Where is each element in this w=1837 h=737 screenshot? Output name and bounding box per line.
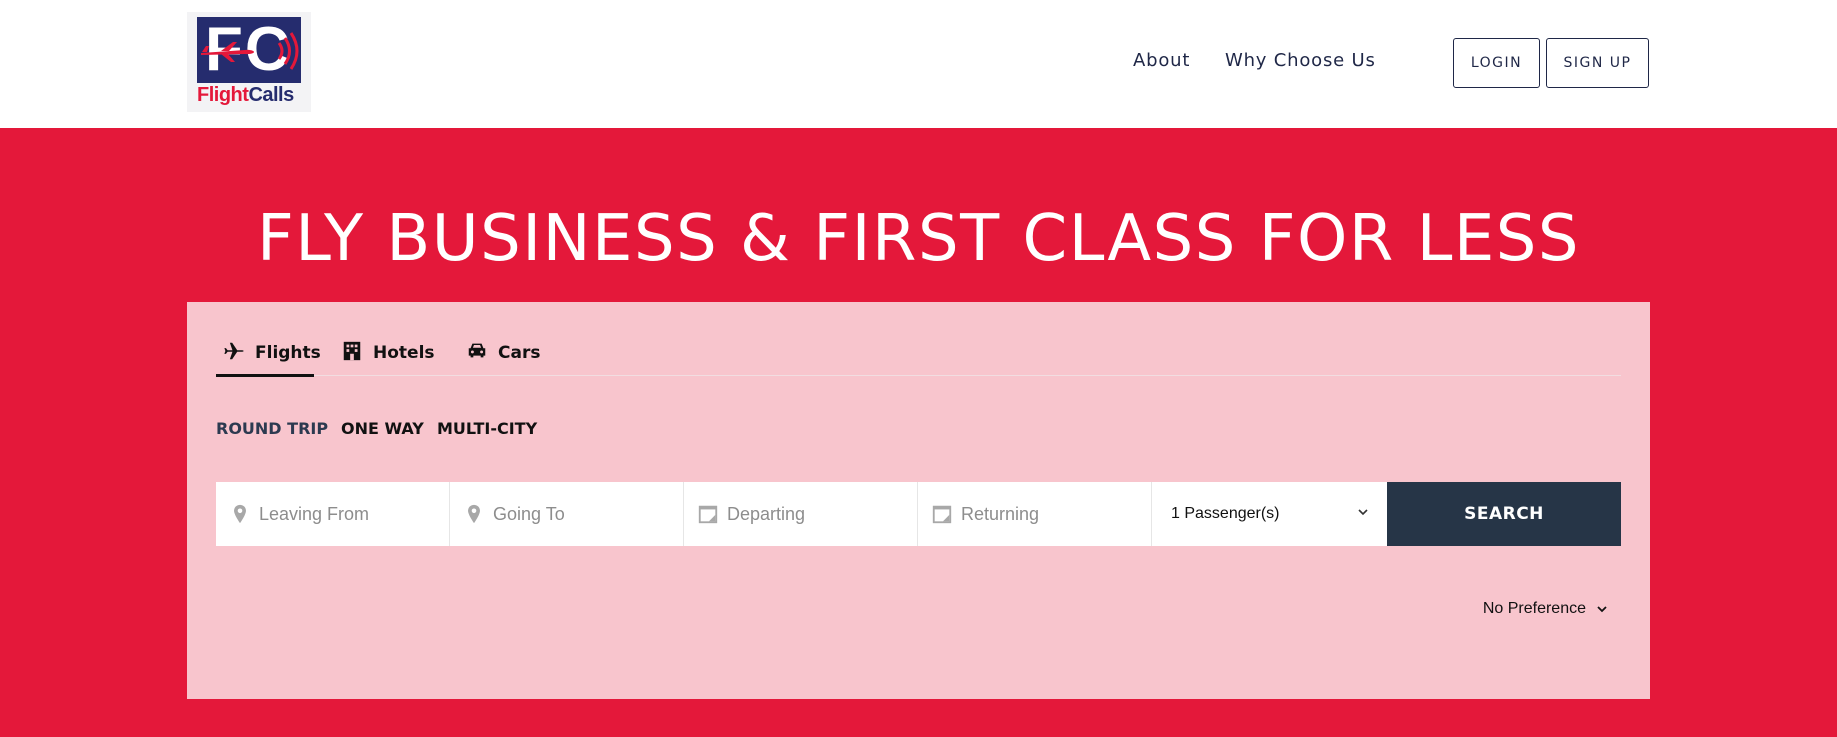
logo-signal-icon [277, 32, 299, 70]
flightcalls-logo[interactable]: FC FlightCalls [187, 12, 311, 112]
departing-date-field[interactable]: Departing [684, 482, 918, 546]
passengers-value: 1 Passenger(s) [1171, 505, 1280, 522]
leaving-from-placeholder: Leaving From [259, 503, 370, 524]
tab-cars-label: Cars [498, 343, 541, 363]
search-button[interactable]: SEARCH [1387, 482, 1621, 546]
trip-type-round-trip[interactable]: ROUND TRIP [216, 419, 328, 438]
signup-button[interactable]: SIGN UP [1546, 38, 1649, 88]
building-icon [343, 341, 361, 361]
preference-value: No Preference [1482, 600, 1586, 617]
passengers-select[interactable]: 1 Passenger(s) [1152, 482, 1387, 546]
search-panel: Flights Hotels Cars ROUND TRIP ONE WAY M… [187, 302, 1650, 699]
calendar-icon [932, 505, 952, 524]
logo-mark: FC [197, 17, 301, 83]
returning-placeholder: Returning [961, 503, 1040, 524]
logo-plane-icon [201, 42, 254, 62]
site-header: FC FlightCalls About Why Choose Us LOGIN… [0, 0, 1837, 128]
tab-flights[interactable]: Flights [223, 340, 321, 378]
nav-link-why-choose-us[interactable]: Why Choose Us [1225, 50, 1376, 71]
preference-select[interactable]: No Preference [1483, 600, 1608, 618]
departing-placeholder: Departing [727, 503, 806, 524]
trip-type-one-way[interactable]: ONE WAY [341, 419, 424, 438]
logo-wordmark: FlightCalls [197, 84, 294, 106]
going-to-placeholder: Going To [493, 503, 565, 524]
tab-flights-label: Flights [255, 343, 321, 363]
tab-hotels[interactable]: Hotels [341, 340, 435, 378]
hero-section: FLY BUSINESS & FIRST CLASS FOR LESS Flig… [0, 128, 1837, 737]
chevron-down-icon [1597, 606, 1607, 613]
plane-icon [224, 342, 244, 360]
hero-title: FLY BUSINESS & FIRST CLASS FOR LESS [256, 202, 1581, 276]
trip-type-multi-city[interactable]: MULTI-CITY [437, 419, 537, 438]
tab-active-indicator [216, 374, 314, 377]
map-pin-icon [468, 504, 480, 524]
login-button[interactable]: LOGIN [1453, 38, 1540, 88]
car-icon [468, 343, 486, 358]
returning-date-field[interactable]: Returning [918, 482, 1152, 546]
going-to-field[interactable]: Going To [450, 482, 684, 546]
tabs-divider [216, 375, 1621, 376]
tab-cars[interactable]: Cars [466, 340, 540, 378]
map-pin-icon [234, 504, 246, 524]
calendar-icon [698, 505, 718, 524]
tab-hotels-label: Hotels [373, 343, 435, 363]
chevron-down-icon [1358, 509, 1368, 516]
leaving-from-field[interactable]: Leaving From [216, 482, 450, 546]
nav-link-about[interactable]: About [1133, 50, 1190, 71]
